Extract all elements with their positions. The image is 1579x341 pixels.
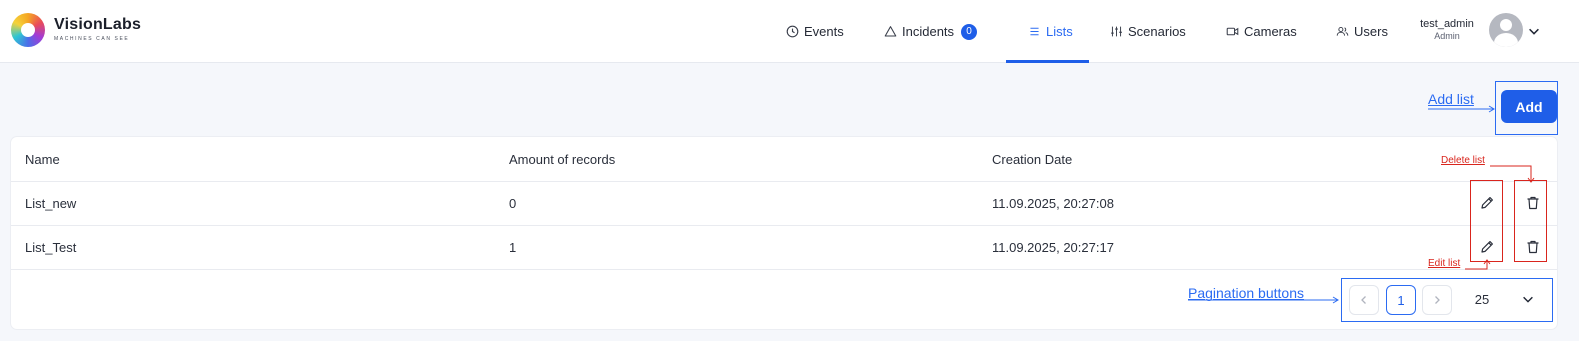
pagination-annotation-arrow-icon bbox=[1188, 296, 1339, 304]
active-tab-indicator bbox=[1006, 60, 1089, 63]
nav-incidents-label: Incidents bbox=[902, 24, 955, 39]
avatar-head bbox=[1500, 19, 1512, 31]
user-role: Admin bbox=[1434, 31, 1460, 41]
nav-cameras-label: Cameras bbox=[1244, 24, 1297, 39]
header-divider bbox=[11, 181, 1557, 182]
row-divider bbox=[11, 225, 1557, 226]
add-button[interactable]: Add bbox=[1501, 90, 1557, 123]
edit-annotation-arrow-icon bbox=[1465, 259, 1491, 270]
avatar-body bbox=[1494, 33, 1518, 47]
nav-incidents[interactable]: Incidents 0 bbox=[884, 0, 978, 63]
annotation-arrow-icon bbox=[1428, 105, 1495, 113]
chevron-down-icon[interactable] bbox=[1521, 292, 1535, 306]
next-page-button[interactable] bbox=[1422, 285, 1452, 315]
nav-cameras[interactable]: Cameras bbox=[1226, 0, 1297, 63]
nav-users[interactable]: Users bbox=[1336, 0, 1388, 63]
clock-icon bbox=[786, 25, 799, 38]
nav-users-label: Users bbox=[1354, 24, 1388, 39]
page-button-current[interactable]: 1 bbox=[1386, 285, 1416, 315]
brand-tagline: MACHINES CAN SEE bbox=[54, 36, 130, 42]
avatar[interactable] bbox=[1489, 13, 1523, 47]
edit-list-annotation: Edit list bbox=[1428, 258, 1461, 269]
delete-annotation-frame bbox=[1514, 180, 1547, 262]
list-icon bbox=[1030, 27, 1039, 36]
warning-triangle-icon bbox=[884, 26, 897, 37]
nav-lists-label: Lists bbox=[1046, 24, 1073, 39]
chevron-down-icon[interactable] bbox=[1527, 24, 1541, 38]
chevron-left-icon bbox=[1361, 296, 1366, 304]
page-size-select[interactable]: 25 bbox=[1465, 292, 1499, 307]
nav-lists[interactable]: Lists bbox=[1028, 0, 1073, 63]
top-bar: VisionLabs MACHINES CAN SEE Events Incid… bbox=[0, 0, 1579, 63]
users-icon bbox=[1336, 26, 1349, 36]
brand-name: VisionLabs bbox=[54, 16, 142, 33]
delete-list-annotation: Delete list bbox=[1441, 155, 1485, 166]
nav-events[interactable]: Events bbox=[786, 0, 844, 63]
column-header-name: Name bbox=[25, 152, 60, 167]
sliders-icon bbox=[1111, 26, 1122, 37]
user-name: test_admin bbox=[1420, 18, 1474, 30]
row-1-created: 11.09.2025, 20:27:08 bbox=[992, 196, 1114, 211]
nav-scenarios-label: Scenarios bbox=[1128, 24, 1186, 39]
row-1-records: 0 bbox=[509, 196, 517, 211]
visionlabs-logo[interactable] bbox=[11, 13, 45, 47]
video-camera-icon bbox=[1226, 27, 1239, 36]
column-header-amount: Amount of records bbox=[509, 152, 616, 167]
row-1-name: List_new bbox=[25, 196, 77, 211]
column-header-creation-date: Creation Date bbox=[992, 152, 1073, 167]
row-2-created: 11.09.2025, 20:27:17 bbox=[992, 240, 1114, 255]
incidents-count-badge: 0 bbox=[961, 23, 978, 40]
row-2-records: 1 bbox=[509, 240, 517, 255]
nav-scenarios[interactable]: Scenarios bbox=[1110, 0, 1186, 63]
edit-annotation-frame bbox=[1470, 180, 1503, 262]
previous-page-button[interactable] bbox=[1349, 285, 1379, 315]
nav-events-label: Events bbox=[804, 24, 844, 39]
chevron-right-icon bbox=[1435, 296, 1440, 304]
row-divider bbox=[11, 269, 1557, 270]
row-2-name: List_Test bbox=[25, 240, 77, 255]
